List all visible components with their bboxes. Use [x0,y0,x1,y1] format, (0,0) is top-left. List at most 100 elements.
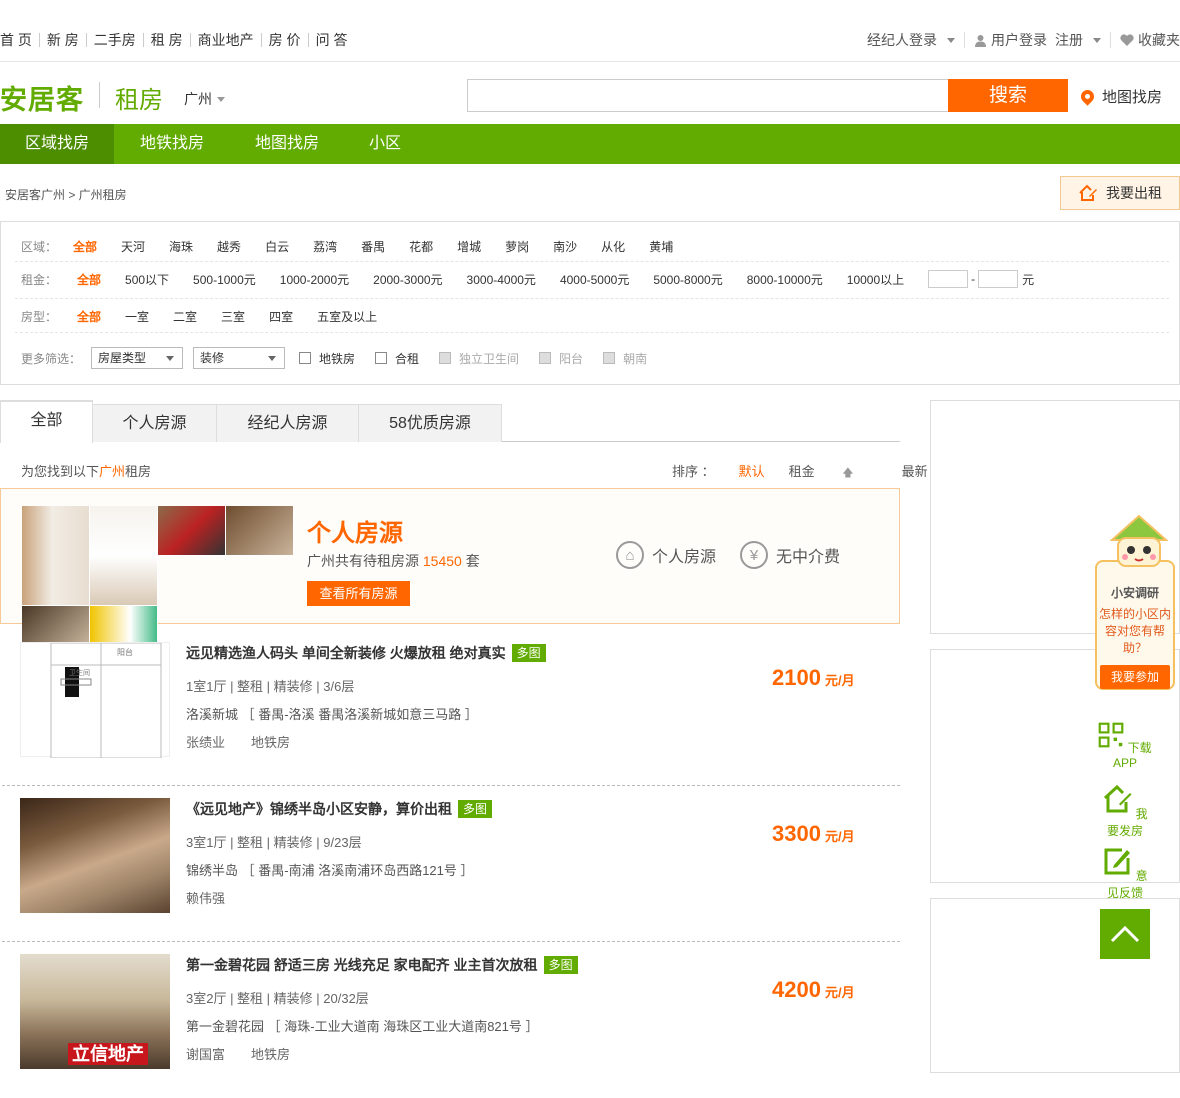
topnav-price[interactable]: 房 价 [262,33,309,47]
sort-rent[interactable]: 租金 🡅 [789,461,878,483]
room-option[interactable]: 全部 [77,308,101,325]
shared-checkbox[interactable]: 合租 [375,350,419,367]
promo-feature-label: 个人房源 [652,549,717,566]
house-type-select[interactable]: 房屋类型 [91,347,183,369]
tab-58-quality[interactable]: 58优质房源 [358,404,502,442]
nav-subway[interactable]: 地铁找房 [114,124,230,164]
listing-price-unit: 元/月 [824,829,855,844]
promo-count: 广州共有待租房源 15450 套 [307,551,480,571]
listing-title[interactable]: 《远见地产》锦绣半岛小区安静，算价出租 多图 [186,799,493,819]
rent-option[interactable]: 10000以上 [847,271,904,288]
map-search-link[interactable]: 地图找房 [1078,86,1162,107]
region-option[interactable]: 南沙 [553,238,577,255]
listing-community[interactable]: 第一金碧花园 [186,1019,264,1034]
region-option[interactable]: 白云 [265,238,289,255]
mascot-icon [1109,514,1169,567]
region-option[interactable]: 番禺 [361,238,385,255]
agent-login[interactable]: 经纪人登录 [858,32,965,48]
site-logo[interactable]: 安居客 [0,78,84,117]
result-city: 广州 [99,464,126,479]
house-edit-icon [1104,784,1132,813]
listing-agent: 赖伟强 [186,891,226,906]
region-option[interactable]: 荔湾 [313,238,337,255]
topnav-commercial[interactable]: 商业地产 [191,33,262,47]
survey-widget: 小安调研 怎样的小区内容对您有帮助？ 我要参加 [1095,560,1175,690]
city-label: 广州 [184,91,212,107]
feedback-button[interactable]: 意见反馈 [1097,846,1153,901]
rent-filter-label: 租金： [21,272,58,287]
post-rental-button[interactable]: 我要出租 [1060,176,1180,210]
tab-agent[interactable]: 经纪人房源 [216,404,359,442]
topnav-rent[interactable]: 租 房 [144,33,191,47]
region-option[interactable]: 海珠 [169,238,193,255]
top-bar: 首 页 新 房 二手房 租 房 商业地产 房 价 问 答 经纪人登录 用户登录 … [0,0,1180,62]
region-option[interactable]: 增城 [457,238,481,255]
post-house-button[interactable]: 我要发房 [1097,784,1153,839]
listing-photo[interactable]: 立信地产 [20,954,170,1069]
region-option[interactable]: 全部 [73,238,97,255]
city-selector[interactable]: 广州 [184,89,225,109]
region-option[interactable]: 从化 [601,238,625,255]
room-option[interactable]: 五室及以上 [317,308,377,325]
nav-map[interactable]: 地图找房 [230,124,344,164]
rent-option[interactable]: 2000-3000元 [373,271,442,288]
sort-default[interactable]: 默认 [739,461,765,483]
decoration-select[interactable]: 装修 [193,347,285,369]
topnav-qa[interactable]: 问 答 [309,33,355,47]
breadcrumb[interactable]: 安居客广州 > 广州租房 [5,186,127,203]
rent-option[interactable]: 5000-8000元 [653,271,722,288]
rent-option[interactable]: 500以下 [125,271,169,288]
listing-community[interactable]: 洛溪新城 [186,707,238,722]
region-option[interactable]: 黄埔 [649,238,673,255]
watermark: 立信地产 [68,1043,148,1065]
download-app-button[interactable]: 下载APP [1097,722,1153,770]
promo-photo [226,506,294,556]
sort-label-text: 排序 ： [672,464,715,479]
rent-option[interactable]: 4000-5000元 [560,271,629,288]
region-option[interactable]: 越秀 [217,238,241,255]
room-filter: 房型： 全部 一室 二室 三室 四室 五室及以上 [21,308,1169,325]
tab-all[interactable]: 全部 [0,400,93,443]
checkbox-label: 地铁房 [319,351,356,366]
nav-region[interactable]: 区域找房 [0,124,115,164]
checkbox-box [603,352,616,364]
survey-join-button[interactable]: 我要参加 [1100,665,1170,689]
rent-option[interactable]: 3000-4000元 [467,271,536,288]
room-option[interactable]: 二室 [173,308,197,325]
region-option[interactable]: 花都 [409,238,433,255]
favorites-link[interactable]: 收藏夹 [1111,32,1180,48]
rent-option[interactable]: 500-1000元 [193,271,256,288]
register-link[interactable]: 注册 [1055,32,1083,48]
search-input[interactable] [467,79,949,112]
rent-option[interactable]: 全部 [77,271,101,288]
room-option[interactable]: 一室 [125,308,149,325]
checkbox-box [539,352,552,364]
arrow-up-icon: 🡅 [842,467,854,479]
topnav-home[interactable]: 首 页 [0,33,40,47]
rent-max-input[interactable] [978,270,1019,288]
region-option[interactable]: 天河 [121,238,145,255]
rent-option[interactable]: 8000-10000元 [747,271,823,288]
view-all-listings-button[interactable]: 查看所有房源 [307,581,410,606]
back-to-top-button[interactable] [1100,909,1150,959]
region-option[interactable]: 萝岗 [505,238,529,255]
rent-option[interactable]: 1000-2000元 [280,271,349,288]
user-login-link[interactable]: 用户登录 [991,32,1047,48]
subway-checkbox[interactable]: 地铁房 [299,350,355,367]
house-edit-icon [1079,184,1097,201]
topnav-secondhand[interactable]: 二手房 [87,33,144,47]
rent-min-input[interactable] [928,270,969,288]
listing-title[interactable]: 第一金碧花园 舒适三房 光线充足 家电配齐 业主首次放租 多图 [186,955,578,975]
room-option[interactable]: 四室 [269,308,293,325]
search-button[interactable]: 搜索 [948,79,1068,112]
topnav-new[interactable]: 新 房 [40,33,87,47]
listing-floorplan-image[interactable]: 阳台 卫生间 [20,642,170,759]
listing-community[interactable]: 锦绣半岛 [186,863,238,878]
nav-community[interactable]: 小区 [344,124,426,164]
listing-specs: 1室1厅 | 整租 | 精装修 | 3/6层 [186,679,355,694]
chevron-down-icon [1093,37,1101,43]
listing-photo[interactable] [20,798,170,913]
tab-personal[interactable]: 个人房源 [92,404,217,442]
listing-title[interactable]: 远见精选渔人码头 单间全新装修 火爆放租 绝对真实 多图 [186,643,546,663]
room-option[interactable]: 三室 [221,308,245,325]
